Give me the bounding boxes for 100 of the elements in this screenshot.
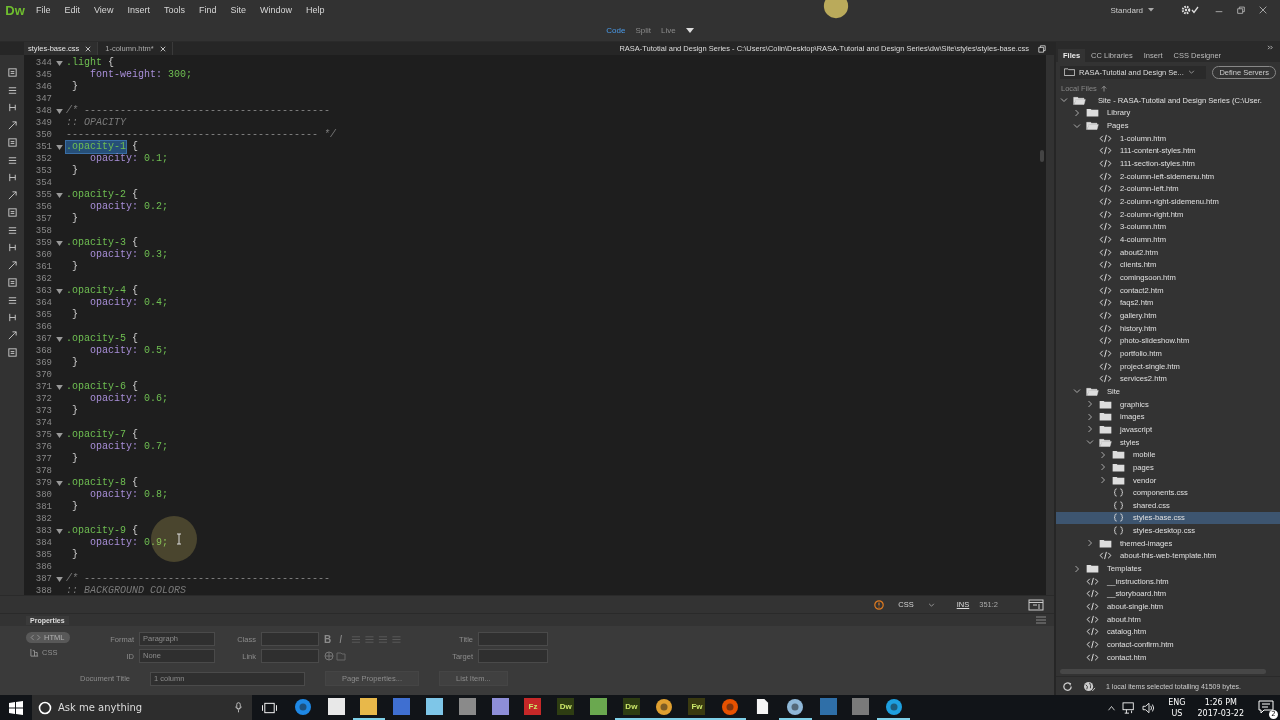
- toolbar-icon[interactable]: [6, 294, 18, 306]
- sort-arrow-icon[interactable]: [1100, 84, 1107, 92]
- app-icon[interactable]: Dw: [557, 698, 575, 715]
- menu-item[interactable]: View: [88, 5, 120, 15]
- menu-item[interactable]: Help: [299, 5, 331, 15]
- view-tab[interactable]: Live: [661, 26, 676, 35]
- chevron-right-icon[interactable]: [1099, 476, 1107, 484]
- scrollbar-thumb[interactable]: [1040, 150, 1044, 162]
- toolbar-icon[interactable]: [6, 137, 18, 148]
- toolbar-icon[interactable]: [6, 207, 18, 218]
- app-icon[interactable]: Fz: [524, 698, 542, 715]
- toolbar-icon[interactable]: [6, 259, 18, 271]
- fold-arrow-icon[interactable]: [55, 336, 63, 342]
- fold-arrow-icon[interactable]: [55, 192, 63, 198]
- warning-icon[interactable]: [874, 599, 885, 610]
- close-icon[interactable]: [1258, 5, 1268, 15]
- app-icon[interactable]: [360, 698, 378, 715]
- chevron-right-icon[interactable]: [1073, 109, 1081, 117]
- fold-arrow-icon[interactable]: [55, 432, 63, 438]
- toolbar-icon[interactable]: [6, 329, 18, 341]
- fold-arrow-icon[interactable]: [55, 576, 63, 582]
- preview-icon[interactable]: [1028, 598, 1044, 611]
- menu-item[interactable]: Site: [224, 5, 252, 15]
- toolbar-icon[interactable]: [6, 224, 18, 236]
- window-restore-icon[interactable]: [1038, 44, 1046, 53]
- fold-arrow-icon[interactable]: [55, 480, 63, 486]
- app-icon[interactable]: [426, 698, 444, 715]
- settings-icon[interactable]: [1180, 4, 1200, 16]
- view-tab[interactable]: Code: [606, 26, 626, 35]
- fold-arrow-icon[interactable]: [55, 288, 63, 294]
- menu-item[interactable]: Tools: [157, 5, 191, 15]
- volume-icon[interactable]: [1142, 701, 1157, 714]
- app-icon[interactable]: [786, 697, 805, 716]
- chevron-right-icon[interactable]: [1086, 425, 1094, 434]
- toolbar-icon[interactable]: [6, 189, 18, 201]
- input-language[interactable]: ENG: [1168, 696, 1186, 708]
- workspace-dropdown[interactable]: Standard: [1110, 5, 1154, 15]
- app-icon[interactable]: [655, 697, 674, 716]
- fold-arrow-icon[interactable]: [55, 108, 63, 114]
- toolbar-icon[interactable]: [6, 154, 18, 166]
- chevron-down-icon[interactable]: [1073, 121, 1081, 130]
- menu-item[interactable]: Insert: [121, 5, 156, 15]
- close-icon[interactable]: [159, 45, 166, 52]
- fold-arrow-icon[interactable]: [55, 60, 63, 66]
- menu-item[interactable]: Edit: [58, 5, 87, 15]
- line-number: 364: [34, 297, 52, 309]
- caret-icon[interactable]: [685, 28, 694, 33]
- input-region[interactable]: US: [1171, 707, 1183, 719]
- toolbar-icon[interactable]: [6, 102, 18, 113]
- chart-icon: [30, 648, 39, 657]
- fold-arrow-icon[interactable]: [55, 384, 63, 390]
- chevron-up-icon[interactable]: [1107, 704, 1117, 711]
- double-chevron-icon[interactable]: [1267, 45, 1274, 50]
- chevron-right-icon[interactable]: [1086, 412, 1094, 421]
- chevron-down-icon[interactable]: [1073, 387, 1081, 396]
- clock-time[interactable]: 1:26 PM: [1204, 696, 1237, 708]
- network-icon[interactable]: [1122, 701, 1137, 714]
- fold-arrow-icon[interactable]: [55, 144, 63, 150]
- toolbar-icon[interactable]: [6, 347, 18, 358]
- menu-item[interactable]: Window: [253, 5, 298, 15]
- search-field[interactable]: Ask me anything: [32, 695, 252, 720]
- app-icon[interactable]: Dw: [622, 698, 640, 715]
- line-number: 386: [34, 561, 52, 573]
- task-view-icon[interactable]: [262, 701, 277, 714]
- chevron-right-icon[interactable]: [1099, 463, 1107, 472]
- toolbar-icon[interactable]: [6, 242, 18, 253]
- document-icon[interactable]: [756, 698, 770, 715]
- app-icon[interactable]: [491, 698, 509, 715]
- toolbar-icon[interactable]: [6, 277, 18, 288]
- app-icon[interactable]: [884, 697, 903, 716]
- app-icon[interactable]: Fw: [688, 698, 706, 715]
- app-icon[interactable]: [327, 698, 345, 715]
- toolbar-icon[interactable]: [6, 119, 18, 131]
- toolbar-icon[interactable]: [6, 84, 18, 96]
- windows-logo-icon[interactable]: [9, 700, 23, 715]
- chevron-right-icon[interactable]: [1073, 564, 1081, 573]
- app-icon[interactable]: [590, 698, 608, 715]
- restore-icon[interactable]: [1236, 5, 1246, 15]
- chevron-down-icon[interactable]: [1086, 438, 1094, 447]
- chevron-right-icon[interactable]: [1086, 539, 1094, 548]
- toolbar-icon[interactable]: [6, 312, 18, 323]
- menu-item[interactable]: File: [30, 5, 57, 15]
- code-file-icon: [1099, 159, 1112, 169]
- css-value: 0.7;: [144, 441, 169, 453]
- line-number: 347: [34, 93, 52, 105]
- toolbar-icon[interactable]: [6, 172, 18, 183]
- menu-item[interactable]: Find: [192, 5, 223, 15]
- close-icon[interactable]: [85, 45, 92, 52]
- chevron-right-icon[interactable]: [1099, 450, 1107, 459]
- chevron-down-icon[interactable]: [1060, 96, 1068, 105]
- view-tab[interactable]: Split: [635, 26, 651, 35]
- chevron-right-icon[interactable]: [1086, 400, 1094, 409]
- notification-icon[interactable]: [1258, 699, 1274, 714]
- clock-date[interactable]: 2017-03-22: [1197, 707, 1244, 719]
- refresh-icon[interactable]: [1062, 680, 1073, 692]
- line-number: 378: [34, 465, 52, 477]
- fold-arrow-icon[interactable]: [55, 240, 63, 246]
- toolbar-icon[interactable]: [6, 67, 18, 78]
- fold-arrow-icon[interactable]: [55, 528, 63, 534]
- globe-icon[interactable]: [1083, 680, 1096, 692]
